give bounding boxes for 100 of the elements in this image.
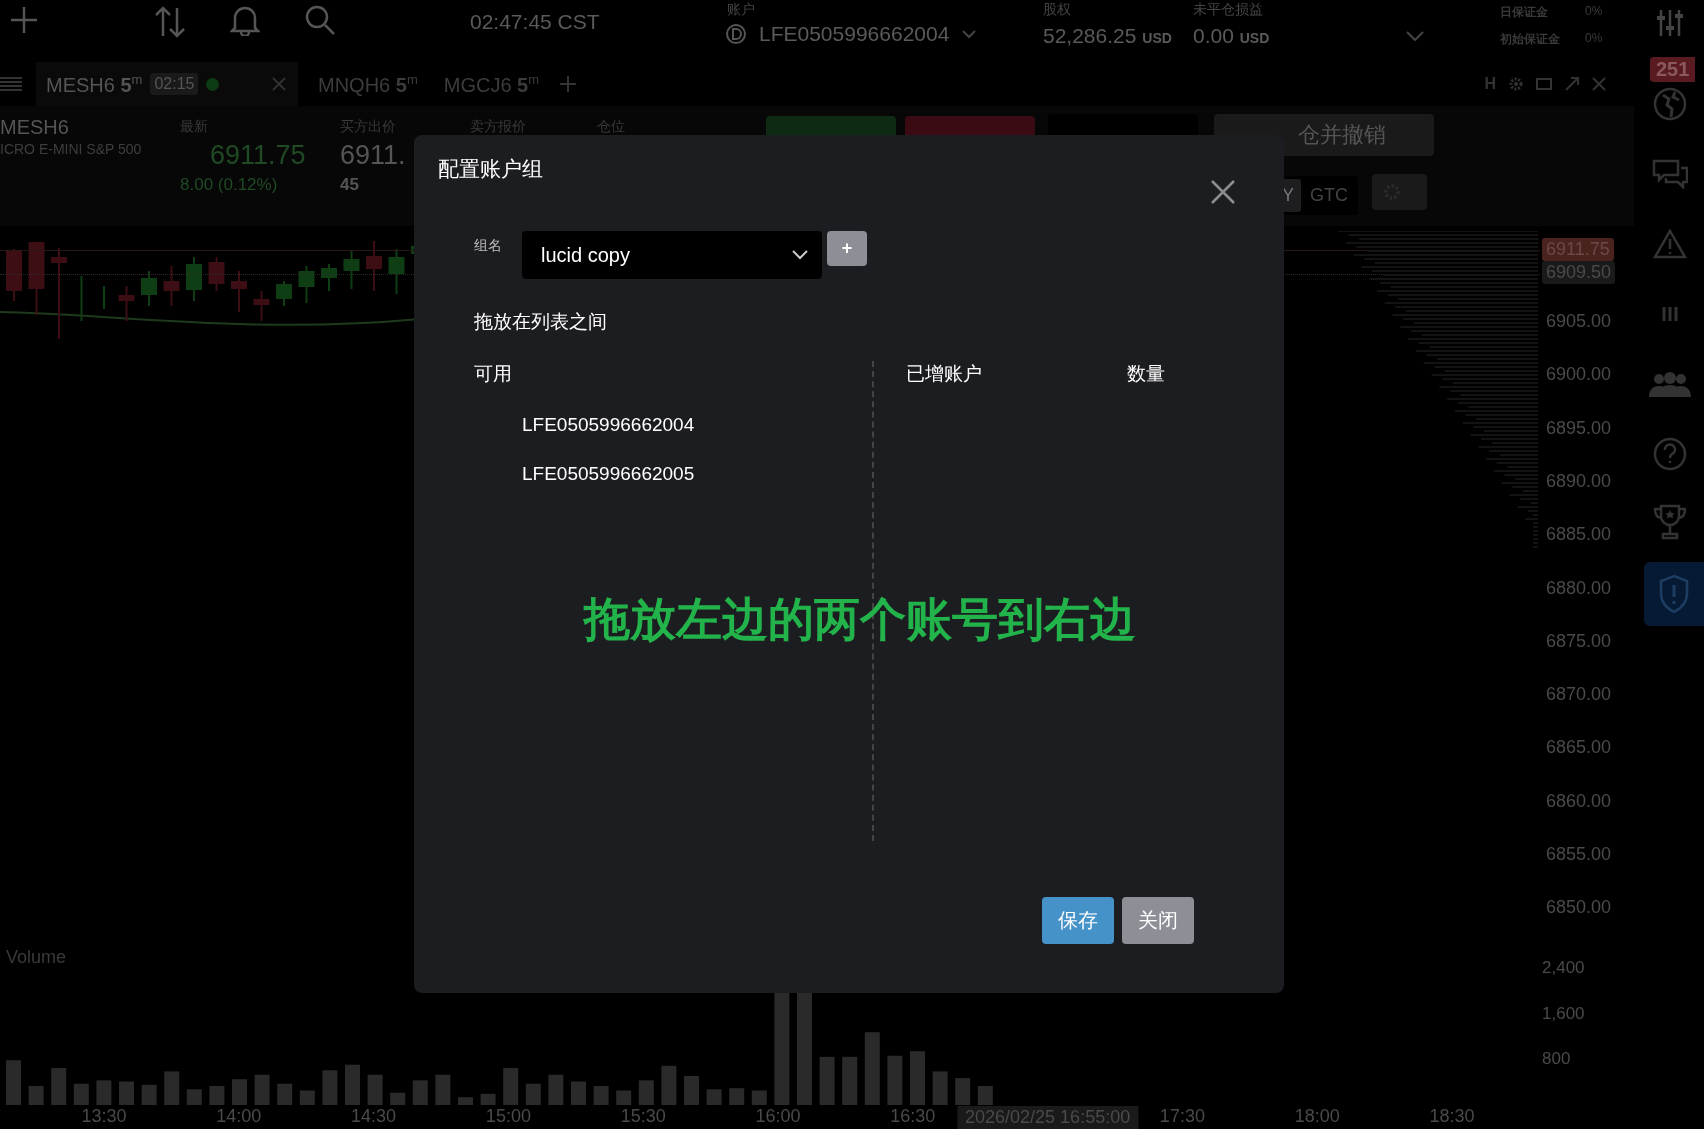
account-list-item[interactable]: LFE0505996662004 bbox=[522, 414, 872, 436]
time-axis-label: 18:00 bbox=[1294, 1106, 1340, 1127]
price-axis-label: 6860.00 bbox=[1545, 789, 1613, 813]
candlestick bbox=[141, 270, 157, 307]
add-icon[interactable] bbox=[559, 75, 578, 93]
volume-bar bbox=[616, 1090, 632, 1105]
volume-bar bbox=[141, 1084, 157, 1105]
volume-bar bbox=[186, 1089, 202, 1105]
clock-time: 02:47:45 CST bbox=[470, 10, 600, 34]
bar-timer-badge: 02:15 bbox=[150, 73, 199, 95]
price-axis-label: 6880.00 bbox=[1545, 576, 1613, 600]
time-axis-label: 16:00 bbox=[755, 1106, 801, 1127]
volume-bar bbox=[96, 1080, 112, 1105]
sliders-icon[interactable] bbox=[1655, 8, 1685, 38]
volume-bar bbox=[887, 1055, 903, 1105]
price-axis-label: 6905.00 bbox=[1545, 310, 1613, 333]
candlestick bbox=[208, 256, 225, 292]
volume-bar bbox=[119, 1081, 134, 1105]
time-axis-label: 15:30 bbox=[620, 1106, 666, 1127]
volume-bar bbox=[412, 1080, 428, 1105]
volume-bar bbox=[480, 1093, 496, 1105]
volume-axis-label: 2,400 bbox=[1542, 958, 1585, 978]
quote-subvalue: 8.00 (0.12%) bbox=[180, 175, 279, 195]
candlestick bbox=[388, 248, 405, 295]
chart-tab[interactable]: MGCJ6 5$^{m}$ bbox=[437, 62, 546, 106]
add-icon[interactable] bbox=[8, 4, 40, 36]
volume-bar bbox=[751, 1090, 767, 1105]
volume-bar bbox=[819, 1056, 835, 1105]
volume-bar bbox=[593, 1085, 609, 1105]
candlestick bbox=[321, 263, 337, 292]
account-d-icon bbox=[725, 23, 747, 45]
volume-bar bbox=[345, 1064, 360, 1105]
volume-bar bbox=[390, 1092, 406, 1105]
candlestick bbox=[118, 285, 135, 322]
volume-bar bbox=[232, 1079, 247, 1105]
volume-axis-label: 1,600 bbox=[1542, 1003, 1585, 1024]
volume-bar bbox=[367, 1074, 383, 1105]
volume-bar bbox=[729, 1088, 745, 1105]
candlestick bbox=[298, 265, 315, 304]
add-button[interactable]: + bbox=[827, 231, 867, 266]
save-button[interactable]: 保存 bbox=[1042, 897, 1114, 944]
volume-bar bbox=[164, 1071, 180, 1105]
candlestick bbox=[276, 280, 292, 307]
list-icon[interactable] bbox=[0, 76, 22, 92]
time-axis-label: 15:00 bbox=[485, 1106, 531, 1127]
time-in-force-option[interactable]: GTC bbox=[1303, 179, 1355, 212]
margin-label: 日保证金 bbox=[1500, 4, 1548, 21]
dialog-title: 配置账户组 bbox=[438, 156, 543, 182]
help-icon bbox=[1653, 437, 1687, 471]
volume-bar bbox=[299, 1090, 315, 1105]
margin-label: 初始保证金 bbox=[1500, 31, 1560, 48]
volume-bar bbox=[28, 1085, 44, 1105]
settings-button[interactable] bbox=[1372, 174, 1427, 210]
sidebar-item[interactable] bbox=[1644, 562, 1704, 626]
volume-bar bbox=[458, 1097, 473, 1105]
candlestick bbox=[366, 241, 382, 292]
equity-label: 股权 bbox=[1043, 1, 1071, 19]
popout-icon[interactable] bbox=[1564, 76, 1580, 92]
account-label: 账户 bbox=[727, 1, 755, 19]
unrealized-pnl-label: 未平仓损益 bbox=[1193, 1, 1263, 19]
chart-tab[interactable]: MESH6 5$^{m}$ 02:15 bbox=[36, 62, 298, 106]
chevron-down-icon[interactable] bbox=[1405, 30, 1425, 42]
shield-alert-icon bbox=[1658, 574, 1690, 614]
price-value: 6911.75 bbox=[210, 140, 306, 171]
close-icon[interactable] bbox=[1210, 179, 1236, 205]
settings-icon[interactable] bbox=[1508, 76, 1524, 92]
account-list-item[interactable]: LFE0505996662005 bbox=[522, 463, 872, 485]
price-axis-label: 6855.00 bbox=[1545, 843, 1613, 866]
volume-bar bbox=[209, 1085, 225, 1105]
price-axis-label: 6900.00 bbox=[1545, 363, 1613, 387]
time-axis-label: 16:30 bbox=[890, 1106, 936, 1127]
price-axis-label: 6865.00 bbox=[1545, 736, 1613, 760]
volume-bar bbox=[955, 1078, 971, 1105]
window-icon[interactable] bbox=[1536, 77, 1552, 91]
close-button[interactable]: 关闭 bbox=[1122, 897, 1194, 944]
symbol-name: MESH6 bbox=[0, 116, 70, 139]
column-header: 数量 bbox=[1127, 362, 1165, 381]
chat-icon bbox=[1652, 159, 1688, 189]
annotation-text: 拖放左边的两个账号到右边 bbox=[584, 592, 1136, 647]
group-name-select[interactable]: lucid copy bbox=[522, 231, 822, 279]
quote-subvalue: 45 bbox=[340, 175, 360, 195]
search-icon[interactable] bbox=[304, 4, 336, 36]
bell-icon[interactable] bbox=[230, 4, 260, 36]
status-dot bbox=[206, 77, 220, 91]
volume-bar bbox=[435, 1074, 451, 1105]
people-icon bbox=[1649, 371, 1691, 397]
column-header: 已增账户 bbox=[906, 362, 982, 381]
volume-bar bbox=[503, 1068, 519, 1105]
time-axis-label: 17:30 bbox=[1159, 1106, 1205, 1127]
chart-tab[interactable]: MNQH6 5$^{m}$ bbox=[312, 62, 424, 106]
account-selector[interactable]: LFE0505996662004 bbox=[725, 22, 978, 46]
volume-axis-label: 800 bbox=[1542, 1049, 1571, 1069]
candlestick bbox=[6, 248, 22, 302]
candlestick bbox=[103, 285, 105, 310]
notification-badge: 251 bbox=[1650, 57, 1696, 82]
volume-bar bbox=[932, 1071, 948, 1105]
candlestick bbox=[231, 270, 247, 313]
candlestick bbox=[186, 256, 202, 302]
volume-label: Volume bbox=[6, 947, 67, 968]
price-axis-label: 6870.00 bbox=[1545, 683, 1613, 707]
